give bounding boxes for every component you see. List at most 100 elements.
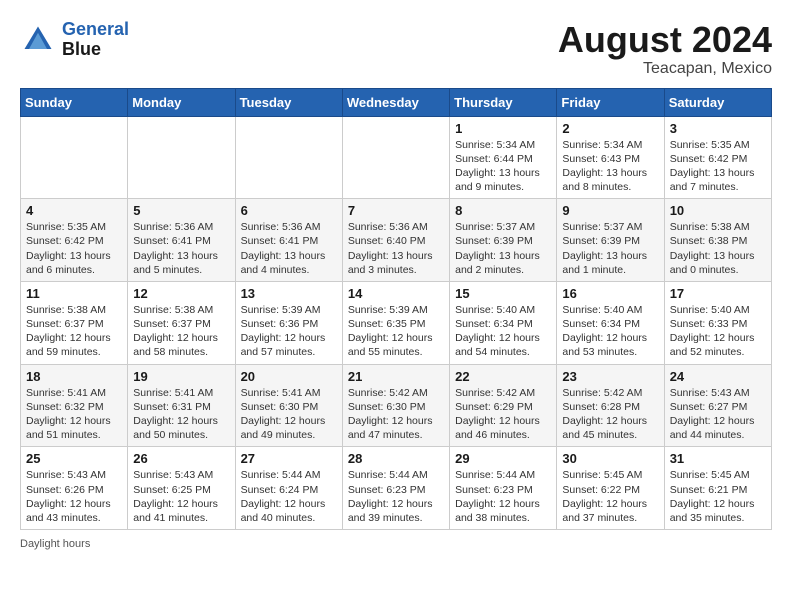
calendar-cell: 17 Sunrise: 5:40 AMSunset: 6:33 PMDayligh…: [664, 281, 771, 364]
calendar-week-row: 4 Sunrise: 5:35 AMSunset: 6:42 PMDaylight…: [21, 199, 772, 282]
calendar-week-row: 18Sunrise: 5:41 AMSunset: 6:32 PMDayligh…: [21, 364, 772, 447]
day-info: Sunrise: 5:42 AMSunset: 6:30 PMDaylight:…: [348, 386, 444, 443]
calendar-cell: 20 Sunrise: 5:41 AMSunset: 6:30 PMDayligh…: [235, 364, 342, 447]
calendar-cell: 19 Sunrise: 5:41 AMSunset: 6:31 PMDayligh…: [128, 364, 235, 447]
calendar-cell: 25Sunrise: 5:43 AMSunset: 6:26 PMDayligh…: [21, 447, 128, 530]
day-number: 23: [562, 369, 658, 384]
calendar-cell: 10Sunrise: 5:38 AMSunset: 6:38 PMDayligh…: [664, 199, 771, 282]
day-info: Sunrise: 5:38 AMSunset: 6:37 PMDaylight:…: [26, 303, 122, 360]
calendar-day-header: Saturday: [664, 88, 771, 116]
day-number: 10: [670, 203, 766, 218]
day-number: 4: [26, 203, 122, 218]
calendar-cell: 14 Sunrise: 5:39 AMSunset: 6:35 PMDayligh…: [342, 281, 449, 364]
calendar-day-header: Tuesday: [235, 88, 342, 116]
day-number: 5: [133, 203, 229, 218]
calendar-day-header: Sunday: [21, 88, 128, 116]
calendar-cell: 29 Sunrise: 5:44 AMSunset: 6:23 PMDayligh…: [450, 447, 557, 530]
day-info: Sunrise: 5:44 AMSunset: 6:23 PMDaylight:…: [455, 468, 551, 525]
day-number: 29: [455, 451, 551, 466]
day-number: 6: [241, 203, 337, 218]
day-info: Sunrise: 5:34 AMSunset: 6:44 PMDaylight:…: [455, 138, 551, 195]
page-header: General Blue August 2024 Teacapan, Mexic…: [20, 20, 772, 78]
calendar-cell: 5 Sunrise: 5:36 AMSunset: 6:41 PMDaylight…: [128, 199, 235, 282]
day-info: Sunrise: 5:44 AMSunset: 6:24 PMDaylight:…: [241, 468, 337, 525]
day-number: 11: [26, 286, 122, 301]
calendar-cell: 1 Sunrise: 5:34 AMSunset: 6:44 PMDaylight…: [450, 116, 557, 199]
day-info: Sunrise: 5:44 AMSunset: 6:23 PMDaylight:…: [348, 468, 444, 525]
calendar-cell: 31 Sunrise: 5:45 AMSunset: 6:21 PMDayligh…: [664, 447, 771, 530]
day-info: Sunrise: 5:37 AMSunset: 6:39 PMDaylight:…: [562, 220, 658, 277]
calendar-cell: [235, 116, 342, 199]
day-number: 27: [241, 451, 337, 466]
footer: Daylight hours: [20, 538, 772, 550]
day-number: 1: [455, 121, 551, 136]
day-number: 12: [133, 286, 229, 301]
day-number: 13: [241, 286, 337, 301]
day-info: Sunrise: 5:40 AMSunset: 6:34 PMDaylight:…: [455, 303, 551, 360]
day-number: 17: [670, 286, 766, 301]
day-info: Sunrise: 5:40 AMSunset: 6:34 PMDaylight:…: [562, 303, 658, 360]
calendar-cell: 2 Sunrise: 5:34 AMSunset: 6:43 PMDaylight…: [557, 116, 664, 199]
calendar-cell: [21, 116, 128, 199]
day-number: 28: [348, 451, 444, 466]
day-number: 9: [562, 203, 658, 218]
calendar-cell: 7 Sunrise: 5:36 AMSunset: 6:40 PMDaylight…: [342, 199, 449, 282]
day-info: Sunrise: 5:42 AMSunset: 6:29 PMDaylight:…: [455, 386, 551, 443]
calendar-day-header: Monday: [128, 88, 235, 116]
day-info: Sunrise: 5:36 AMSunset: 6:40 PMDaylight:…: [348, 220, 444, 277]
logo: General Blue: [20, 20, 129, 60]
day-number: 19: [133, 369, 229, 384]
day-info: Sunrise: 5:41 AMSunset: 6:30 PMDaylight:…: [241, 386, 337, 443]
calendar-cell: 6Sunrise: 5:36 AMSunset: 6:41 PMDaylight…: [235, 199, 342, 282]
logo-text: General Blue: [62, 20, 129, 60]
calendar-cell: 3Sunrise: 5:35 AMSunset: 6:42 PMDaylight…: [664, 116, 771, 199]
calendar-cell: 13Sunrise: 5:39 AMSunset: 6:36 PMDayligh…: [235, 281, 342, 364]
calendar-cell: 18Sunrise: 5:41 AMSunset: 6:32 PMDayligh…: [21, 364, 128, 447]
location-subtitle: Teacapan, Mexico: [558, 60, 772, 78]
logo-icon: [20, 22, 56, 58]
calendar-cell: [342, 116, 449, 199]
day-info: Sunrise: 5:42 AMSunset: 6:28 PMDaylight:…: [562, 386, 658, 443]
day-number: 22: [455, 369, 551, 384]
day-info: Sunrise: 5:43 AMSunset: 6:25 PMDaylight:…: [133, 468, 229, 525]
calendar-cell: 21 Sunrise: 5:42 AMSunset: 6:30 PMDayligh…: [342, 364, 449, 447]
day-number: 26: [133, 451, 229, 466]
calendar-cell: 24Sunrise: 5:43 AMSunset: 6:27 PMDayligh…: [664, 364, 771, 447]
day-number: 18: [26, 369, 122, 384]
day-number: 14: [348, 286, 444, 301]
day-number: 20: [241, 369, 337, 384]
day-number: 31: [670, 451, 766, 466]
day-number: 7: [348, 203, 444, 218]
day-info: Sunrise: 5:35 AMSunset: 6:42 PMDaylight:…: [26, 220, 122, 277]
day-info: Sunrise: 5:43 AMSunset: 6:26 PMDaylight:…: [26, 468, 122, 525]
day-number: 30: [562, 451, 658, 466]
day-info: Sunrise: 5:37 AMSunset: 6:39 PMDaylight:…: [455, 220, 551, 277]
day-info: Sunrise: 5:36 AMSunset: 6:41 PMDaylight:…: [133, 220, 229, 277]
day-info: Sunrise: 5:40 AMSunset: 6:33 PMDaylight:…: [670, 303, 766, 360]
calendar-cell: 8Sunrise: 5:37 AMSunset: 6:39 PMDaylight…: [450, 199, 557, 282]
calendar-week-row: 25Sunrise: 5:43 AMSunset: 6:26 PMDayligh…: [21, 447, 772, 530]
month-year-title: August 2024: [558, 20, 772, 60]
calendar-cell: 23 Sunrise: 5:42 AMSunset: 6:28 PMDayligh…: [557, 364, 664, 447]
calendar-cell: 27 Sunrise: 5:44 AMSunset: 6:24 PMDayligh…: [235, 447, 342, 530]
day-number: 16: [562, 286, 658, 301]
calendar-header-row: SundayMondayTuesdayWednesdayThursdayFrid…: [21, 88, 772, 116]
calendar-cell: 12Sunrise: 5:38 AMSunset: 6:37 PMDayligh…: [128, 281, 235, 364]
calendar-week-row: 11 Sunrise: 5:38 AMSunset: 6:37 PMDayligh…: [21, 281, 772, 364]
calendar-cell: 9 Sunrise: 5:37 AMSunset: 6:39 PMDaylight…: [557, 199, 664, 282]
calendar-cell: 28 Sunrise: 5:44 AMSunset: 6:23 PMDayligh…: [342, 447, 449, 530]
day-number: 2: [562, 121, 658, 136]
day-number: 21: [348, 369, 444, 384]
title-block: August 2024 Teacapan, Mexico: [558, 20, 772, 78]
day-info: Sunrise: 5:45 AMSunset: 6:21 PMDaylight:…: [670, 468, 766, 525]
calendar-cell: 22 Sunrise: 5:42 AMSunset: 6:29 PMDayligh…: [450, 364, 557, 447]
day-info: Sunrise: 5:41 AMSunset: 6:31 PMDaylight:…: [133, 386, 229, 443]
calendar-cell: 16 Sunrise: 5:40 AMSunset: 6:34 PMDayligh…: [557, 281, 664, 364]
calendar-day-header: Thursday: [450, 88, 557, 116]
day-info: Sunrise: 5:43 AMSunset: 6:27 PMDaylight:…: [670, 386, 766, 443]
day-number: 3: [670, 121, 766, 136]
day-info: Sunrise: 5:34 AMSunset: 6:43 PMDaylight:…: [562, 138, 658, 195]
calendar-cell: 30Sunrise: 5:45 AMSunset: 6:22 PMDayligh…: [557, 447, 664, 530]
day-info: Sunrise: 5:39 AMSunset: 6:35 PMDaylight:…: [348, 303, 444, 360]
calendar-cell: 15Sunrise: 5:40 AMSunset: 6:34 PMDayligh…: [450, 281, 557, 364]
